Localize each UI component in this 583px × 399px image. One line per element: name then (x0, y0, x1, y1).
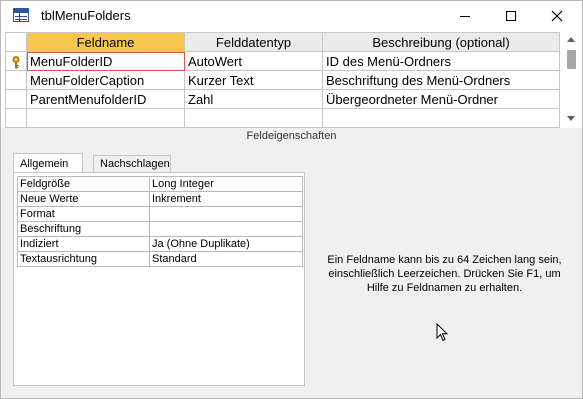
row-selector[interactable] (5, 51, 27, 71)
minimize-icon (460, 15, 470, 17)
property-key: Beschriftung (17, 221, 150, 237)
close-icon (551, 10, 563, 22)
field-desc-cell[interactable]: ID des Menü-Ordners (322, 51, 560, 71)
row-selector[interactable] (5, 70, 27, 90)
property-row: Feldgröße Long Integer (17, 176, 303, 192)
property-row: Indiziert Ja (Ohne Duplikate) (17, 236, 303, 252)
field-name-cell[interactable]: MenuFolderID (26, 51, 185, 71)
table-row: MenuFolderCaption Kurzer Text Beschriftu… (5, 70, 560, 90)
field-desc-cell[interactable] (322, 108, 560, 128)
property-key: Format (17, 206, 150, 222)
title-bar: tblMenuFolders (1, 1, 582, 31)
table-row: ParentMenufolderID Zahl Übergeordneter M… (5, 89, 560, 109)
table-row (5, 108, 560, 128)
field-name-cell[interactable]: MenuFolderCaption (26, 70, 185, 90)
field-desc-cell[interactable]: Übergeordneter Menü-Ordner (322, 89, 560, 109)
scroll-up-icon[interactable] (567, 37, 575, 42)
primary-key-icon (12, 56, 20, 69)
row-selector-header[interactable] (5, 32, 27, 52)
table-design-window: tblMenuFolders Feldname Felddatentyp Bes… (0, 0, 583, 399)
grid-vertical-scrollbar[interactable] (563, 32, 580, 126)
property-row: Format (17, 206, 303, 222)
window-title: tblMenuFolders (41, 8, 131, 23)
property-key: Textausrichtung (17, 251, 150, 267)
property-value[interactable]: Inkrement (149, 191, 303, 207)
property-row: Textausrichtung Standard (17, 251, 303, 267)
field-desc-cell[interactable]: Beschriftung des Menü-Ordners (322, 70, 560, 90)
property-value[interactable] (149, 206, 303, 222)
field-properties-title: Feldeigenschaften (246, 130, 337, 142)
tab-nachschlagen[interactable]: Nachschlagen (93, 155, 171, 173)
field-type-cell[interactable]: Kurzer Text (184, 70, 323, 90)
maximize-button[interactable] (488, 1, 534, 31)
field-type-cell[interactable] (184, 108, 323, 128)
grid-header-row: Feldname Felddatentyp Beschreibung (opti… (5, 32, 560, 52)
header-feldname[interactable]: Feldname (26, 32, 185, 52)
properties-panel: Feldgröße Long Integer Neue Werte Inkremen… (13, 172, 305, 386)
header-felddatentyp[interactable]: Felddatentyp (184, 32, 323, 52)
property-value[interactable]: Ja (Ohne Duplikate) (149, 236, 303, 252)
field-grid: Feldname Felddatentyp Beschreibung (opti… (1, 31, 582, 128)
table-icon (13, 8, 29, 22)
property-key: Feldgröße (17, 176, 150, 192)
property-key: Indiziert (17, 236, 150, 252)
mouse-cursor-icon (436, 323, 448, 342)
property-value[interactable] (149, 221, 303, 237)
field-name-cell[interactable]: ParentMenufolderID (26, 89, 185, 109)
property-row: Beschriftung (17, 221, 303, 237)
table-row: MenuFolderID AutoWert ID des Menü-Ordner… (5, 51, 560, 71)
scroll-thumb[interactable] (567, 50, 576, 69)
property-key: Neue Werte (17, 191, 150, 207)
field-name-cell[interactable] (26, 108, 185, 128)
header-beschreibung[interactable]: Beschreibung (optional) (322, 32, 560, 52)
property-value[interactable]: Standard (149, 251, 303, 267)
scroll-down-icon[interactable] (567, 116, 575, 121)
help-text: Ein Feldname kann bis zu 64 Zeichen lang… (327, 254, 562, 294)
row-selector[interactable] (5, 89, 27, 109)
property-row: Neue Werte Inkrement (17, 191, 303, 207)
minimize-button[interactable] (442, 1, 488, 31)
property-value[interactable]: Long Integer (149, 176, 303, 192)
maximize-icon (506, 11, 516, 21)
close-button[interactable] (534, 1, 580, 31)
tab-allgemein[interactable]: Allgemein (13, 153, 83, 174)
row-selector[interactable] (5, 108, 27, 128)
field-type-cell[interactable]: AutoWert (184, 51, 323, 71)
field-type-cell[interactable]: Zahl (184, 89, 323, 109)
